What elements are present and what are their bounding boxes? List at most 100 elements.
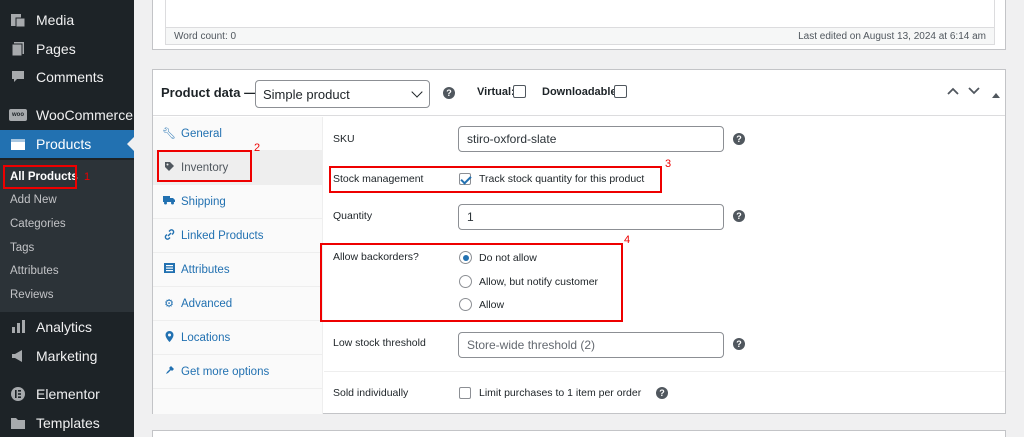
submenu-reviews[interactable]: Reviews xyxy=(10,289,53,301)
quantity-input[interactable]: 1 xyxy=(458,204,724,230)
menu-label: Marketing xyxy=(36,348,98,364)
move-up-icon[interactable] xyxy=(947,84,959,98)
sold-individually-text: Limit purchases to 1 item per order xyxy=(479,387,642,399)
tab-label: Linked Products xyxy=(181,229,264,242)
menu-label: Elementor xyxy=(36,386,100,402)
tab-get-more-options[interactable]: Get more options xyxy=(153,355,323,389)
sku-value: stiro-oxford-slate xyxy=(467,132,557,146)
menu-media[interactable]: Media xyxy=(0,6,134,34)
tab-label: Advanced xyxy=(181,297,233,310)
wrench-icon: 🔧︎ xyxy=(162,128,176,140)
sold-individually-checkbox[interactable] xyxy=(459,387,471,399)
last-edited: Last edited on August 13, 2024 at 6:14 a… xyxy=(798,30,986,42)
chevron-down-icon xyxy=(411,86,423,98)
virtual-checkbox[interactable] xyxy=(513,85,526,98)
menu-label: Analytics xyxy=(36,319,93,335)
tab-label: Get more options xyxy=(181,365,270,378)
quantity-value: 1 xyxy=(467,210,474,224)
menu-marketing[interactable]: Marketing xyxy=(0,342,134,370)
annotation-box-3 xyxy=(329,166,662,193)
tab-attributes[interactable]: Attributes xyxy=(153,253,323,287)
annotation-number-1: 1 xyxy=(84,171,91,183)
product-type-value: Simple product xyxy=(263,86,350,102)
help-icon[interactable]: ? xyxy=(733,210,745,222)
downloadable-checkbox[interactable] xyxy=(614,85,627,98)
sku-input[interactable]: stiro-oxford-slate xyxy=(458,126,724,152)
help-icon[interactable]: ? xyxy=(733,133,745,145)
annotation-box-2 xyxy=(157,150,252,182)
submenu-attributes[interactable]: Attributes xyxy=(10,265,59,277)
comments-icon xyxy=(8,67,28,87)
field-divider xyxy=(324,371,1005,372)
quantity-label: Quantity xyxy=(333,210,373,222)
help-icon[interactable]: ? xyxy=(656,387,668,399)
menu-elementor[interactable]: Elementor xyxy=(0,380,134,408)
menu-label: Pages xyxy=(36,41,76,57)
help-icon[interactable]: ? xyxy=(443,87,455,99)
menu-products[interactable]: Products xyxy=(0,130,134,158)
truck-icon xyxy=(162,195,176,208)
product-data-header: Product data — Simple product ? Virtual:… xyxy=(153,70,1005,116)
submenu-add-new[interactable]: Add New xyxy=(10,194,57,206)
product-data-panel: Product data — Simple product ? Virtual:… xyxy=(152,69,1006,414)
list-icon xyxy=(162,263,176,276)
menu-comments[interactable]: Comments xyxy=(0,63,134,91)
plugin-icon xyxy=(162,365,176,379)
menu-label: Media xyxy=(36,12,75,28)
content-editor: Word count: 0 Last edited on August 13, … xyxy=(152,0,1006,50)
low-stock-placeholder: Store-wide threshold (2) xyxy=(467,338,596,352)
tab-general[interactable]: 🔧︎ General xyxy=(153,117,323,151)
annotation-box-1 xyxy=(3,165,77,189)
move-down-icon[interactable] xyxy=(968,84,980,98)
pages-icon xyxy=(8,39,28,59)
menu-templates[interactable]: Templates xyxy=(0,409,134,437)
tab-label: Shipping xyxy=(181,195,226,208)
menu-label: Comments xyxy=(36,69,104,85)
admin-sidebar: Media Pages Comments woo WooCommerce Pro… xyxy=(0,0,134,437)
menu-label: Products xyxy=(36,136,92,152)
gear-icon: ⚙︎ xyxy=(164,298,174,310)
editor-status-bar: Word count: 0 Last edited on August 13, … xyxy=(165,28,995,45)
annotation-number-4: 4 xyxy=(624,234,631,246)
annotation-box-4 xyxy=(320,243,623,322)
word-count: Word count: 0 xyxy=(174,30,237,42)
annotation-number-3: 3 xyxy=(665,158,672,170)
menu-label: Templates xyxy=(36,415,100,431)
tab-advanced[interactable]: ⚙︎ Advanced xyxy=(153,287,323,321)
menu-label: WooCommerce xyxy=(36,107,133,123)
analytics-icon xyxy=(8,317,28,337)
woocommerce-icon: woo xyxy=(8,105,28,125)
elementor-icon xyxy=(8,384,28,404)
templates-icon xyxy=(8,413,28,433)
menu-pages[interactable]: Pages xyxy=(0,35,134,63)
location-pin-icon xyxy=(162,330,176,345)
low-stock-label: Low stock threshold xyxy=(333,337,426,349)
annotation-number-2: 2 xyxy=(254,142,261,154)
tab-label: Attributes xyxy=(181,263,230,276)
submenu-tags[interactable]: Tags xyxy=(10,242,34,254)
product-type-select[interactable]: Simple product xyxy=(255,80,430,108)
link-icon xyxy=(162,228,176,243)
tab-shipping[interactable]: Shipping xyxy=(153,185,323,219)
toggle-panel-icon[interactable] xyxy=(992,87,1000,101)
low-stock-input[interactable]: Store-wide threshold (2) xyxy=(458,332,724,358)
tab-label: Locations xyxy=(181,331,231,344)
downloadable-label: Downloadable: xyxy=(542,86,621,98)
product-data-title: Product data — xyxy=(161,85,258,100)
help-icon[interactable]: ? xyxy=(733,338,745,350)
tab-linked-products[interactable]: Linked Products xyxy=(153,219,323,253)
sku-label: SKU xyxy=(333,133,355,145)
virtual-label: Virtual: xyxy=(477,86,515,98)
tab-locations[interactable]: Locations xyxy=(153,321,323,355)
menu-analytics[interactable]: Analytics xyxy=(0,313,134,341)
products-icon xyxy=(8,134,28,154)
tab-label: General xyxy=(181,127,222,140)
editor-textarea[interactable] xyxy=(165,0,995,28)
submenu-categories[interactable]: Categories xyxy=(10,218,66,230)
sold-individually-label: Sold individually xyxy=(333,387,409,399)
menu-woocommerce[interactable]: woo WooCommerce xyxy=(0,101,134,129)
marketing-icon xyxy=(8,346,28,366)
current-menu-arrow xyxy=(127,137,134,151)
next-meta-box xyxy=(152,430,1006,437)
media-icon xyxy=(8,10,28,30)
